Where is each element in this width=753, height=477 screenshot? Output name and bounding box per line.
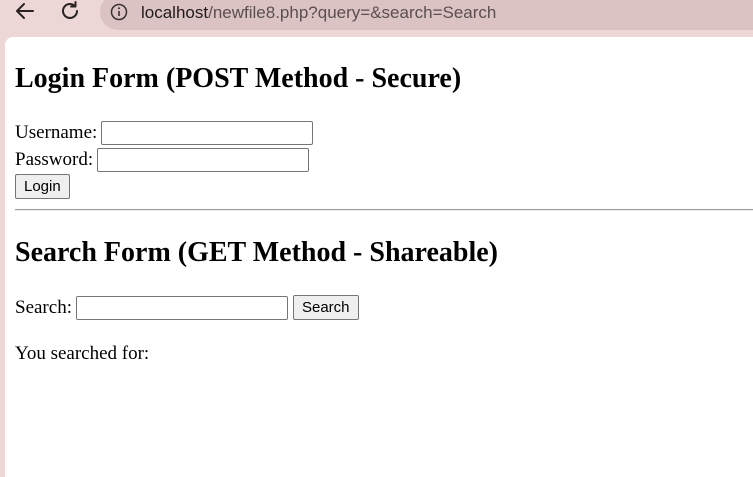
login-button-row: Login <box>15 174 70 199</box>
reload-button[interactable] <box>54 0 86 26</box>
password-label: Password: <box>15 149 94 170</box>
address-bar[interactable]: localhost/newfile8.php?query=&search=Sea… <box>100 0 753 30</box>
page-content: Login Form (POST Method - Secure) Userna… <box>5 37 753 477</box>
section-divider <box>15 209 753 211</box>
search-row: Search: Search <box>15 295 359 320</box>
back-button[interactable] <box>9 0 41 26</box>
password-input[interactable] <box>97 148 310 172</box>
login-form-title: Login Form (POST Method - Secure) <box>15 63 462 94</box>
password-row: Password: <box>15 148 310 172</box>
browser-toolbar: localhost/newfile8.php?query=&search=Sea… <box>0 0 753 36</box>
login-button[interactable]: Login <box>15 174 70 199</box>
reload-icon <box>58 0 82 28</box>
back-arrow-icon <box>13 0 37 28</box>
username-input[interactable] <box>101 121 314 145</box>
search-input[interactable] <box>75 295 288 320</box>
username-row: Username: <box>15 121 314 145</box>
username-label: Username: <box>15 122 98 143</box>
url-host: localhost <box>141 2 209 22</box>
url-path: /newfile8.php?query=&search=Search <box>208 2 497 22</box>
search-result-text: You searched for: <box>15 343 150 364</box>
site-info-icon[interactable] <box>110 3 128 21</box>
search-label: Search: <box>15 296 72 318</box>
url-text[interactable]: localhost/newfile8.php?query=&search=Sea… <box>141 2 496 23</box>
search-form-title: Search Form (GET Method - Shareable) <box>15 237 498 268</box>
search-button[interactable]: Search <box>292 295 359 320</box>
